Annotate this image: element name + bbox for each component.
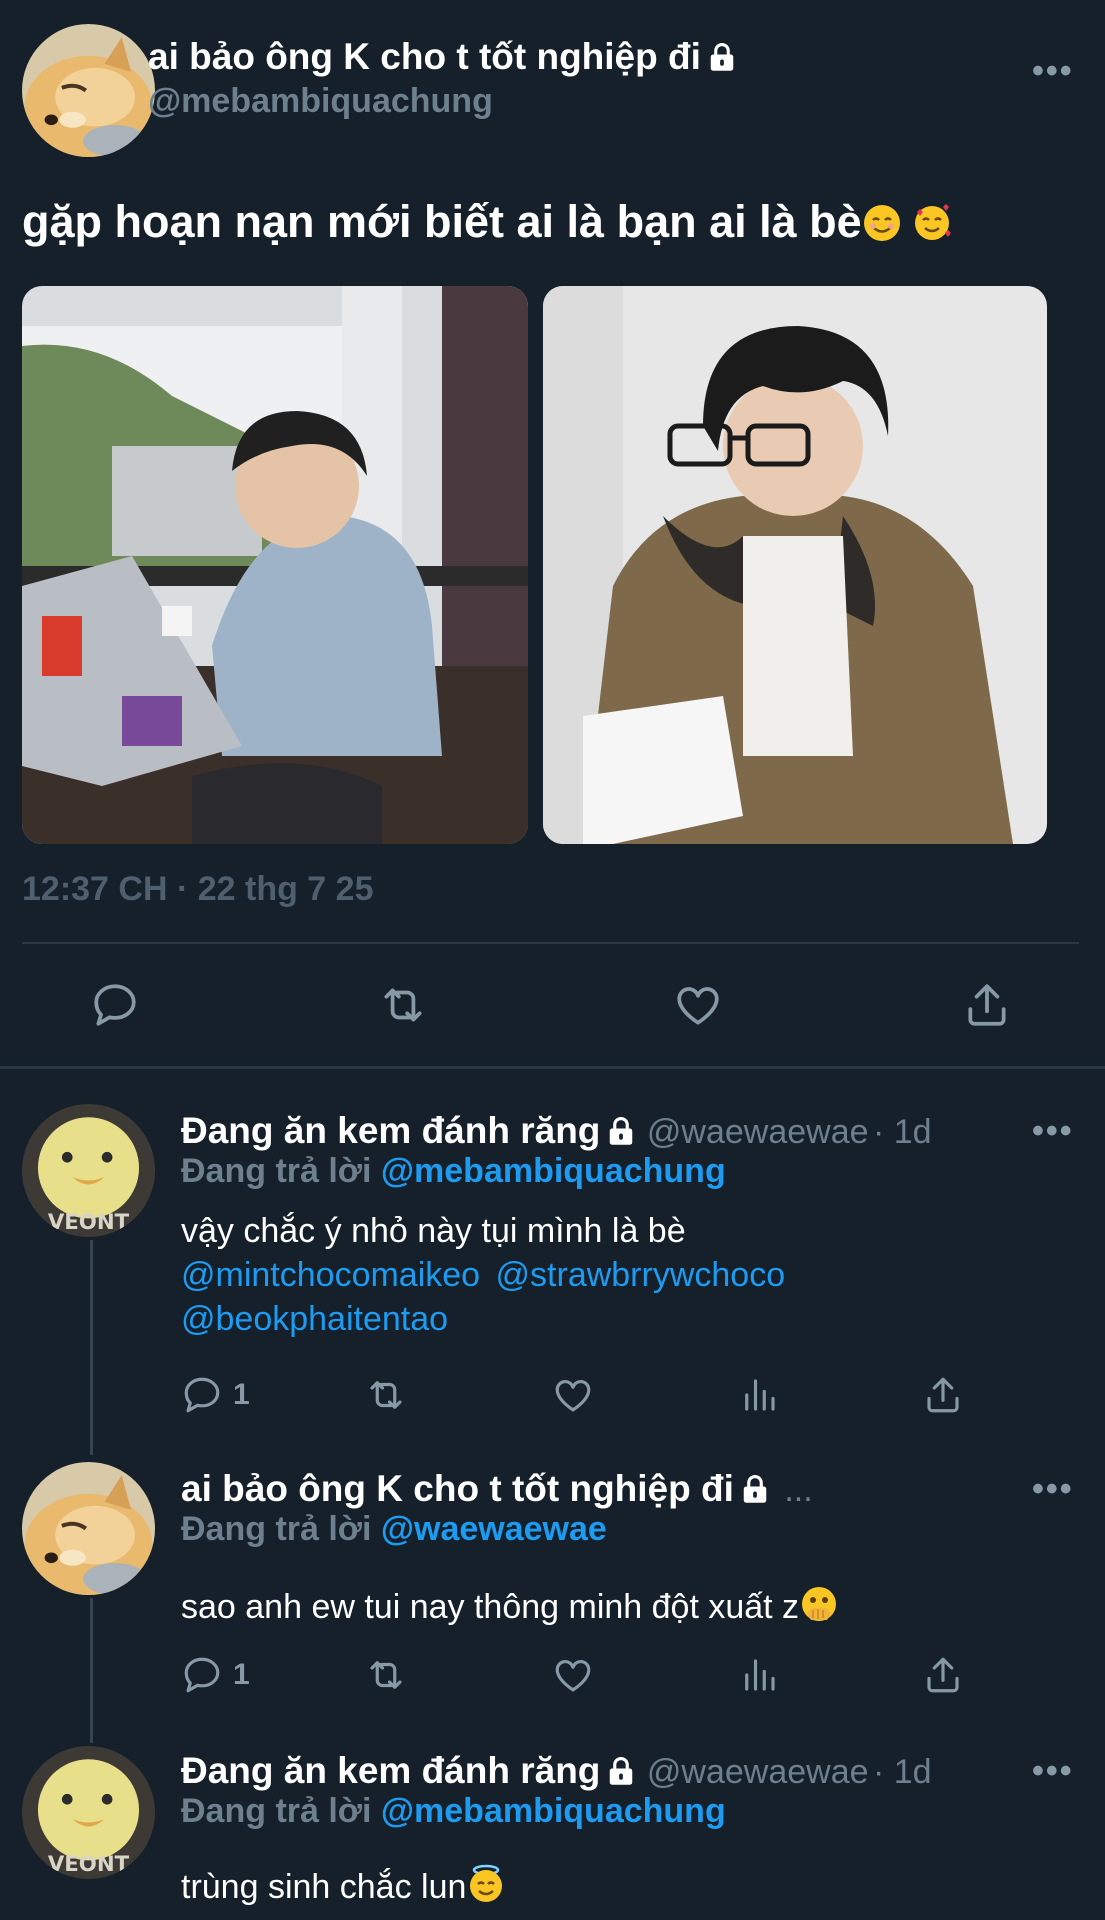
- mention-link[interactable]: @beokphaitentao: [181, 1300, 448, 1338]
- reply-age: · 1d: [872, 1753, 932, 1791]
- reply-count: 1: [233, 1378, 250, 1411]
- tweet-text-content: gặp hoạn nạn mới biết ai là bạn ai là bè: [22, 196, 862, 247]
- tweet-photo-1[interactable]: [22, 286, 528, 844]
- share-icon: [922, 1654, 964, 1696]
- reply-avatar[interactable]: [22, 1104, 155, 1237]
- views-icon: [738, 1374, 780, 1416]
- smiling-face-with-halo-icon: [470, 1864, 503, 1902]
- tweet-timestamp[interactable]: 12:37 CH · 22 thg 7 25: [22, 870, 373, 909]
- reply-header: Đang ăn kem đánh răng @waewaewae · 1d: [181, 1110, 932, 1152]
- reply-icon: [181, 1374, 223, 1416]
- share-icon: [922, 1374, 964, 1416]
- replying-to-mention[interactable]: @mebambiquachung: [381, 1792, 726, 1830]
- mention-link[interactable]: @strawbrrywchoco: [496, 1256, 786, 1294]
- lock-icon: [606, 1756, 636, 1786]
- reply-author-name[interactable]: Đang ăn kem đánh răng: [181, 1750, 600, 1791]
- lock-icon: [606, 1116, 636, 1146]
- views-button[interactable]: [738, 1654, 780, 1696]
- more-options-button[interactable]: •••: [1032, 1112, 1074, 1151]
- retweet-icon: [378, 980, 428, 1030]
- reply-button[interactable]: 1: [181, 1654, 250, 1696]
- reply-author-name[interactable]: ai bảo ông K cho t tốt nghiệp đi: [181, 1468, 734, 1509]
- heart-icon: [552, 1654, 594, 1696]
- more-options-button[interactable]: •••: [1032, 1752, 1074, 1791]
- face-with-hand-over-mouth-icon: [802, 1587, 837, 1621]
- share-button[interactable]: [962, 980, 1012, 1030]
- tweet-text: gặp hoạn nạn mới biết ai là bạn ai là bè: [22, 196, 952, 248]
- reply-author-handle[interactable]: @waewaewae: [647, 1753, 869, 1791]
- share-icon: [962, 980, 1012, 1030]
- reply-text: trùng sinh chắc lun: [181, 1864, 506, 1907]
- thread-line: [90, 1240, 93, 1455]
- reply-icon: [90, 980, 140, 1030]
- replying-to-prefix: Đang trả lời: [181, 1792, 372, 1830]
- author-name[interactable]: ai bảo ông K cho t tốt nghiệp đi: [148, 36, 737, 78]
- views-button[interactable]: [738, 1374, 780, 1416]
- reply-button[interactable]: [90, 980, 140, 1030]
- lock-icon: [707, 42, 737, 72]
- avatar-image: [22, 1462, 155, 1595]
- reply-avatar[interactable]: [22, 1746, 155, 1879]
- reply-avatar[interactable]: [22, 1462, 155, 1595]
- reply-text-content: sao anh ew tui nay thông minh đột xuất z: [181, 1588, 800, 1626]
- views-icon: [738, 1654, 780, 1696]
- avatar-image: [22, 1746, 155, 1879]
- share-button[interactable]: [922, 1654, 964, 1696]
- replying-to: Đang trả lời @waewaewae: [181, 1510, 607, 1549]
- replying-to-mention[interactable]: @waewaewae: [381, 1510, 607, 1548]
- reply-text-line-1: vậy chắc ý nhỏ này tụi mình là bè: [181, 1212, 686, 1250]
- replying-to-mention[interactable]: @mebambiquachung: [381, 1152, 726, 1190]
- photo-2-image: [543, 286, 1047, 844]
- retweet-button[interactable]: [378, 980, 428, 1030]
- divider: [22, 942, 1079, 944]
- heart-icon: [552, 1374, 594, 1416]
- reply-header: Đang ăn kem đánh răng @waewaewae · 1d: [181, 1750, 932, 1792]
- tweet-photo-2[interactable]: [543, 286, 1047, 844]
- author-avatar[interactable]: [22, 24, 155, 157]
- section-divider: [0, 1066, 1105, 1069]
- retweet-button[interactable]: [365, 1374, 407, 1416]
- author-handle[interactable]: @mebambiquachung: [148, 82, 493, 121]
- reply-author-handle[interactable]: ...: [784, 1471, 812, 1509]
- author-name-text: ai bảo ông K cho t tốt nghiệp đi: [148, 36, 701, 77]
- reply-text: sao anh ew tui nay thông minh đột xuất z: [181, 1584, 839, 1627]
- retweet-button[interactable]: [365, 1654, 407, 1696]
- reply-text-mentions-2: @beokphaitentao: [181, 1300, 448, 1339]
- reply-author-handle[interactable]: @waewaewae: [647, 1113, 869, 1151]
- replying-to: Đang trả lời @mebambiquachung: [181, 1792, 726, 1831]
- photo-1-image: [22, 286, 528, 844]
- replying-to: Đang trả lời @mebambiquachung: [181, 1152, 726, 1191]
- avatar-image: [22, 24, 155, 157]
- reply-icon: [181, 1654, 223, 1696]
- more-options-button[interactable]: •••: [1032, 52, 1074, 91]
- reply-text-content: trùng sinh chắc lun: [181, 1868, 467, 1906]
- smiling-hearts-icon: [914, 204, 951, 240]
- mention-link[interactable]: @mintchocomaikeo: [181, 1256, 480, 1294]
- avatar-image: [22, 1104, 155, 1237]
- lock-icon: [740, 1474, 770, 1504]
- reply-text-mentions: @mintchocomaikeo @strawbrrywchoco: [181, 1256, 785, 1295]
- replying-to-prefix: Đang trả lời: [181, 1510, 372, 1548]
- reply-button[interactable]: 1: [181, 1374, 250, 1416]
- thread-line: [90, 1598, 93, 1743]
- more-options-button[interactable]: •••: [1032, 1470, 1074, 1509]
- reply-header: ai bảo ông K cho t tốt nghiệp đi ...: [181, 1468, 813, 1510]
- reply-author-name[interactable]: Đang ăn kem đánh răng: [181, 1110, 600, 1151]
- retweet-icon: [365, 1654, 407, 1696]
- smiling-face-icon: [863, 205, 900, 241]
- like-button[interactable]: [552, 1374, 594, 1416]
- like-button[interactable]: [552, 1654, 594, 1696]
- heart-icon: [673, 980, 723, 1030]
- replying-to-prefix: Đang trả lời: [181, 1152, 372, 1190]
- reply-count: 1: [233, 1658, 250, 1691]
- reply-age: · 1d: [872, 1113, 932, 1151]
- share-button[interactable]: [922, 1374, 964, 1416]
- like-button[interactable]: [673, 980, 723, 1030]
- retweet-icon: [365, 1374, 407, 1416]
